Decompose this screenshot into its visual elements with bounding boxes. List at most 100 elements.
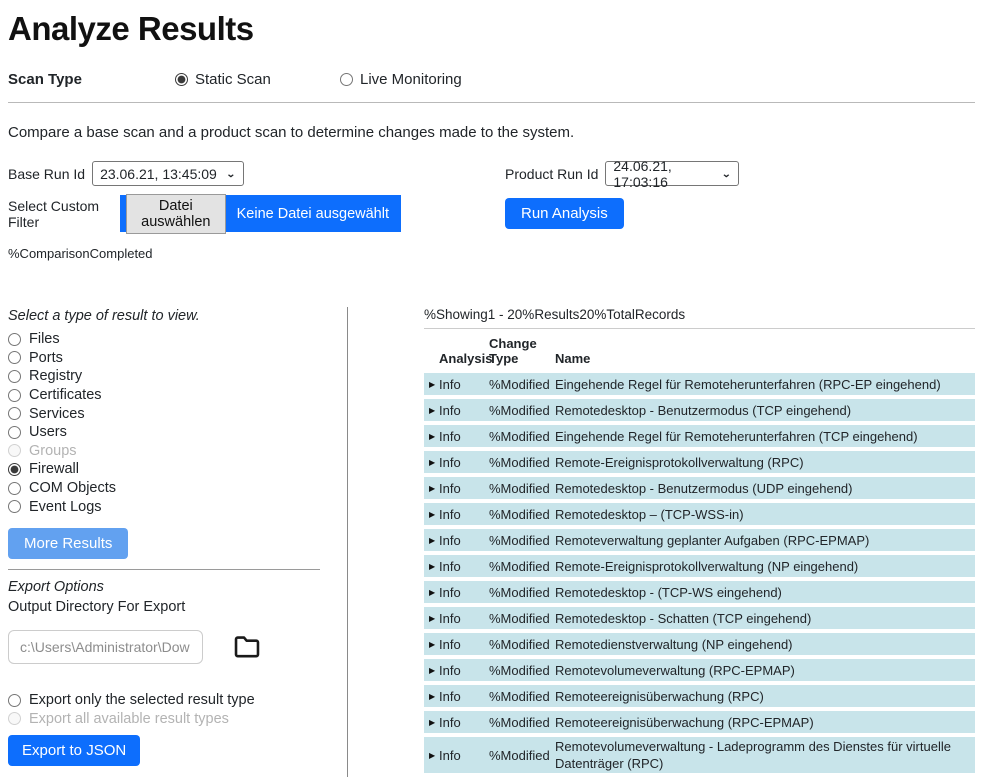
result-type-radio[interactable] — [8, 481, 21, 495]
table-row[interactable]: ▶ Info %Modified Remoteereignisüberwachu… — [424, 685, 975, 707]
result-type-option[interactable]: COM Objects — [8, 479, 347, 498]
expand-icon[interactable]: ▶ — [424, 402, 439, 419]
table-row[interactable]: ▶ Info %Modified Remoteereignisüberwachu… — [424, 711, 975, 733]
export-to-json-button[interactable]: Export to JSON — [8, 735, 141, 767]
result-type-radio[interactable] — [8, 425, 21, 439]
expand-icon[interactable]: ▶ — [424, 558, 439, 575]
result-type-option[interactable]: Files — [8, 330, 347, 349]
export-scope-radio[interactable] — [8, 712, 21, 726]
result-type-option[interactable]: Users — [8, 423, 347, 442]
table-row[interactable]: ▶ Info %Modified Remotedesktop - (TCP-WS… — [424, 581, 975, 603]
expand-icon[interactable]: ▶ — [424, 532, 439, 549]
name-cell: Remoteverwaltung geplanter Aufgaben (RPC… — [555, 532, 870, 548]
expand-icon[interactable]: ▶ — [424, 714, 439, 731]
base-run-select[interactable]: 23.06.21, 13:45:09 ⌄ — [92, 161, 244, 186]
result-type-option[interactable]: Ports — [8, 349, 347, 368]
result-type-option[interactable]: Firewall — [8, 460, 347, 479]
analysis-cell: Info — [439, 454, 461, 470]
scan-type-option[interactable]: Static Scan — [175, 71, 340, 88]
analysis-cell: Info — [439, 584, 461, 600]
result-type-radio[interactable] — [8, 369, 21, 383]
output-directory-input[interactable] — [8, 629, 203, 664]
chevron-down-icon: ⌄ — [225, 167, 236, 180]
result-type-option[interactable]: Event Logs — [8, 497, 347, 516]
expand-icon[interactable]: ▶ — [424, 610, 439, 627]
custom-filter-row: Select Custom Filter Datei auswählen Kei… — [8, 193, 975, 234]
scan-type-options: Static Scan Live Monitoring — [175, 71, 505, 88]
expand-icon[interactable]: ▶ — [424, 636, 439, 653]
run-selection-row: Base Run Id 23.06.21, 13:45:09 ⌄ Product… — [8, 158, 975, 190]
change-type-cell: %Modified — [489, 662, 550, 678]
result-type-option-label: Firewall — [29, 461, 79, 478]
table-row[interactable]: ▶ Info %Modified Remote-Ereignisprotokol… — [424, 451, 975, 473]
analysis-cell: Info — [439, 506, 461, 522]
product-run-select[interactable]: 24.06.21, 17:03:16 ⌄ — [605, 158, 740, 190]
result-type-radio[interactable] — [8, 462, 21, 476]
export-scope-option[interactable]: Export only the selected result type — [8, 691, 347, 710]
table-row[interactable]: ▶ Info %Modified Remotedienstverwaltung … — [424, 633, 975, 655]
change-type-cell: %Modified — [489, 610, 550, 626]
scan-type-radio[interactable] — [175, 72, 188, 86]
result-type-option[interactable]: Certificates — [8, 386, 347, 405]
choose-file-button[interactable]: Datei auswählen — [126, 193, 226, 234]
table-row[interactable]: ▶ Info %Modified Remotedesktop - Benutze… — [424, 477, 975, 499]
result-type-radio[interactable] — [8, 388, 21, 402]
table-row[interactable]: ▶ Info %Modified Remoteverwaltung geplan… — [424, 529, 975, 551]
export-scope-radio[interactable] — [8, 693, 21, 707]
analysis-cell: Info — [439, 428, 461, 444]
scan-type-radio[interactable] — [340, 72, 353, 86]
result-type-option[interactable]: Registry — [8, 367, 347, 386]
expand-icon[interactable]: ▶ — [424, 584, 439, 601]
name-column-header: Name — [555, 351, 591, 366]
expand-icon[interactable]: ▶ — [424, 480, 439, 497]
expand-icon[interactable]: ▶ — [424, 428, 439, 445]
custom-filter-group: Select Custom Filter Datei auswählen Kei… — [8, 193, 505, 234]
table-row[interactable]: ▶ Info %Modified Remotedesktop - Schatte… — [424, 607, 975, 629]
expand-icon[interactable]: ▶ — [424, 506, 439, 523]
file-status-text: Keine Datei ausgewählt — [236, 205, 389, 222]
name-cell: Eingehende Regel für Remoteherunterfahre… — [555, 376, 941, 392]
analyze-results-page: Analyze Results Scan Type Static Scan Li… — [0, 0, 999, 777]
analysis-cell: Info — [439, 376, 461, 392]
table-row[interactable]: ▶ Info %Modified Eingehende Regel für Re… — [424, 425, 975, 447]
result-type-radio[interactable] — [8, 407, 21, 421]
expand-icon[interactable]: ▶ — [424, 376, 439, 393]
expand-icon[interactable]: ▶ — [424, 454, 439, 471]
result-type-option-label: Services — [29, 405, 85, 422]
change-type-cell: %Modified — [489, 747, 550, 763]
analysis-cell: Info — [439, 636, 461, 652]
result-type-option-label: Users — [29, 424, 67, 441]
custom-filter-file-input[interactable]: Datei auswählen Keine Datei ausgewählt — [120, 193, 401, 234]
table-row[interactable]: ▶ Info %Modified Remotedesktop – (TCP-WS… — [424, 503, 975, 525]
change-type-cell: %Modified — [489, 454, 550, 470]
table-row[interactable]: ▶ Info %Modified Remotedesktop - Benutze… — [424, 399, 975, 421]
result-type-radio[interactable] — [8, 444, 21, 458]
table-header: Analysis Change Type Name — [424, 336, 975, 366]
results-panel: %Showing1 - 20%Results20%TotalRecords An… — [348, 307, 975, 777]
folder-icon[interactable] — [228, 631, 266, 662]
table-row[interactable]: ▶ Info %Modified Remotevolumeverwaltung … — [424, 659, 975, 681]
table-row[interactable]: ▶ Info %Modified Eingehende Regel für Re… — [424, 373, 975, 395]
export-scope-option: Export all available result types — [8, 710, 347, 729]
more-results-button[interactable]: More Results — [8, 527, 129, 559]
run-analysis-button[interactable]: Run Analysis — [505, 198, 624, 229]
result-type-radio[interactable] — [8, 332, 21, 346]
result-type-radio[interactable] — [8, 351, 21, 365]
table-row[interactable]: ▶ Info %Modified Remotevolumeverwaltung … — [424, 737, 975, 773]
change-type-cell: %Modified — [489, 402, 550, 418]
name-cell: Remote-Ereignisprotokollverwaltung (NP e… — [555, 558, 859, 574]
result-type-radio[interactable] — [8, 500, 21, 514]
expand-icon[interactable]: ▶ — [424, 662, 439, 679]
result-type-option[interactable]: Services — [8, 404, 347, 423]
table-row[interactable]: ▶ Info %Modified Remote-Ereignisprotokol… — [424, 555, 975, 577]
expand-icon[interactable]: ▶ — [424, 688, 439, 705]
name-cell: Remoteereignisüberwachung (RPC) — [555, 688, 764, 704]
scan-type-option-label: Static Scan — [195, 70, 271, 88]
analysis-column-header: Analysis — [439, 351, 493, 366]
name-cell: Eingehende Regel für Remoteherunterfahre… — [555, 428, 918, 444]
analysis-cell: Info — [439, 714, 461, 730]
expand-icon[interactable]: ▶ — [424, 747, 439, 764]
scan-type-option[interactable]: Live Monitoring — [340, 71, 505, 88]
base-run-value: 23.06.21, 13:45:09 — [100, 165, 217, 182]
scan-type-label: Scan Type — [8, 70, 82, 88]
